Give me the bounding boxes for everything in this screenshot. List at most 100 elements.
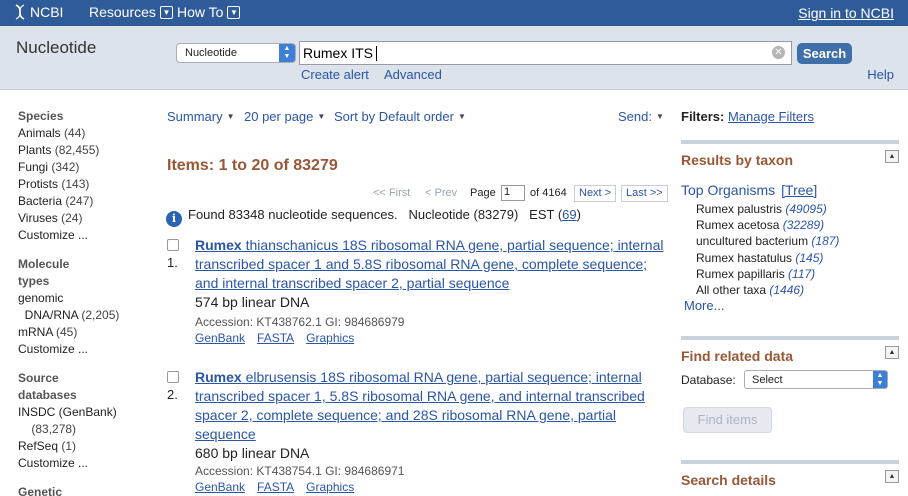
caret-down-icon: ▼ [317, 112, 326, 121]
database-select-value: Nucleotide [185, 47, 237, 59]
display-format-menu[interactable]: Summary ▼ [167, 109, 235, 124]
facet-header-genetic: Genetic [18, 485, 63, 496]
results-count-heading: Items: 1 to 20 of 83279 [167, 157, 338, 174]
organism-item[interactable]: Rumex hastatulus (145) [696, 250, 839, 266]
facet-item-refseq[interactable]: RefSeq (1) [18, 438, 158, 455]
est-count-link[interactable]: 69 [562, 207, 576, 222]
ncbi-logo-text: NCBI [30, 4, 64, 20]
find-related-data-panel: Find related data ▲ Database: Select ▲ ▼ … [681, 336, 899, 438]
search-details-panel: Search details ▲ [681, 460, 899, 496]
facet-item-animals[interactable]: Animals (44) [18, 125, 158, 142]
text-caret [376, 46, 378, 61]
page-number-input[interactable]: 1 [501, 185, 525, 201]
ncbi-topbar: NCBI Resources ▼ How To ▼ Sign in to NCB… [0, 0, 908, 26]
database-select[interactable]: Nucleotide ▲ ▼ [176, 43, 296, 63]
updown-arrows-icon: ▲ ▼ [279, 44, 295, 62]
result-accession: Accession: KT438754.1 GI: 984686971 [195, 464, 405, 478]
collapse-icon[interactable]: ▲ [885, 470, 899, 483]
per-page-menu[interactable]: 20 per page ▼ [244, 109, 325, 124]
filters-label: Filters: [681, 109, 725, 124]
genbank-link[interactable]: GenBank [195, 480, 245, 494]
result-title-link[interactable]: Rumex elbrusensis 18S ribosomal RNA gene… [195, 368, 670, 444]
search-button[interactable]: Search [797, 43, 852, 64]
ncbi-helix-icon [15, 4, 25, 20]
facet-item-viruses[interactable]: Viruses (24) [18, 210, 158, 227]
found-nucleotide: Nucleotide (83279) [408, 207, 519, 222]
resources-menu[interactable]: Resources ▼ [89, 4, 173, 20]
result-checkbox[interactable] [167, 371, 179, 383]
result-links: GenBank FASTA Graphics [195, 480, 366, 494]
tree-link[interactable]: [Tree] [781, 182, 817, 198]
facet-header-species: Species [18, 109, 64, 123]
first-page-link[interactable]: << First [373, 187, 410, 199]
manage-filters-link[interactable]: Manage Filters [728, 109, 814, 124]
panel-title: Search details [681, 472, 776, 488]
fasta-link[interactable]: FASTA [257, 480, 294, 494]
more-organisms-link[interactable]: More... [684, 298, 724, 313]
info-icon: i [166, 211, 182, 227]
facet-header-molecule-types: Molecule types [18, 257, 70, 288]
search-header: Nucleotide Nucleotide ▲ ▼ Rumex ITS ✕ Sea… [0, 26, 908, 90]
organism-item[interactable]: Rumex papillaris (117) [696, 266, 839, 282]
facet-item-genomic[interactable]: genomic DNA/RNA (2,205) [18, 290, 158, 324]
result-checkbox[interactable] [167, 239, 179, 251]
help-link[interactable]: Help [867, 67, 894, 82]
result-item: 1. Rumex thianschanicus 18S ribosomal RN… [165, 236, 670, 351]
result-accession: Accession: KT438762.1 GI: 984686979 [195, 315, 405, 329]
top-organisms-label[interactable]: Top Organisms [681, 182, 775, 198]
organism-item[interactable]: Rumex acetosa (32289) [696, 217, 839, 233]
graphics-link[interactable]: Graphics [306, 331, 354, 345]
organism-item[interactable]: uncultured bacterium (187) [696, 233, 839, 249]
sort-menu[interactable]: Sort by Default order ▼ [334, 109, 466, 124]
collapse-icon[interactable]: ▲ [885, 346, 899, 359]
prev-page-link[interactable]: < Prev [425, 187, 457, 199]
found-text: Found 83348 nucleotide sequences. [188, 207, 398, 222]
collapse-icon[interactable]: ▲ [885, 150, 899, 163]
clear-icon[interactable]: ✕ [772, 46, 785, 59]
top-organisms-row: Top Organisms [Tree] [681, 182, 817, 198]
result-description: 680 bp linear DNA [195, 445, 310, 461]
advanced-link[interactable]: Advanced [384, 67, 442, 82]
howto-menu[interactable]: How To ▼ [177, 4, 241, 20]
next-page-button[interactable]: Next > [574, 185, 617, 202]
facet-item-protists[interactable]: Protists (143) [18, 176, 158, 193]
facet-customize-species[interactable]: Customize ... [18, 227, 158, 244]
graphics-link[interactable]: Graphics [306, 480, 354, 494]
related-database-value: Select [752, 374, 783, 386]
facet-item-fungi[interactable]: Fungi (342) [18, 159, 158, 176]
result-title-link[interactable]: Rumex thianschanicus 18S ribosomal RNA g… [195, 236, 670, 293]
result-item: 2. Rumex elbrusensis 18S ribosomal RNA g… [165, 368, 670, 496]
facet-item-plants[interactable]: Plants (82,455) [18, 142, 158, 159]
result-number: 2. [167, 387, 178, 402]
page-label: Page [470, 187, 496, 199]
resources-label: Resources [89, 4, 156, 20]
last-page-button[interactable]: Last >> [621, 185, 668, 202]
facets-sidebar: Species Animals (44) Plants (82,455) Fun… [18, 108, 158, 496]
create-alert-link[interactable]: Create alert [301, 67, 369, 82]
found-summary: i Found 83348 nucleotide sequences. Nucle… [166, 207, 581, 227]
fasta-link[interactable]: FASTA [257, 331, 294, 345]
facet-item-mrna[interactable]: mRNA (45) [18, 324, 158, 341]
database-label: Database: [681, 373, 736, 387]
search-input[interactable]: Rumex ITS ✕ [299, 41, 792, 65]
related-database-select[interactable]: Select ▲ ▼ [744, 370, 888, 389]
caret-down-icon: ▼ [226, 112, 235, 121]
organism-list: Rumex palustris (49095) Rumex acetosa (3… [696, 201, 839, 298]
find-items-button[interactable]: Find items [683, 407, 772, 433]
facet-item-bacteria[interactable]: Bacteria (247) [18, 193, 158, 210]
panel-title: Results by taxon [681, 152, 794, 168]
caret-down-icon: ▼ [457, 112, 466, 121]
organism-item[interactable]: All other taxa (1446) [696, 282, 839, 298]
send-to-menu[interactable]: Send: ▼ [618, 109, 664, 124]
organism-item[interactable]: Rumex palustris (49095) [696, 201, 839, 217]
ncbi-logo[interactable]: NCBI [14, 4, 63, 20]
result-description: 574 bp linear DNA [195, 294, 310, 310]
sign-in-link[interactable]: Sign in to NCBI [798, 5, 894, 21]
genbank-link[interactable]: GenBank [195, 331, 245, 345]
facet-customize-source[interactable]: Customize ... [18, 455, 158, 472]
facet-customize-molecule[interactable]: Customize ... [18, 341, 158, 358]
updown-arrows-icon: ▲ ▼ [873, 371, 887, 388]
facet-item-insdc[interactable]: INSDC (GenBank) (83,278) [18, 404, 158, 438]
caret-down-icon: ▼ [655, 112, 664, 121]
chevron-down-icon: ▼ [159, 5, 173, 19]
